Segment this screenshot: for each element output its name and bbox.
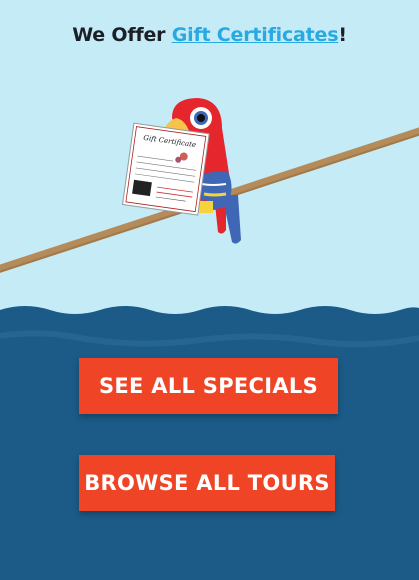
- browse-all-tours-label: BROWSE ALL TOURS: [84, 471, 330, 495]
- gift-certificate-card: Gift Certificate: [121, 122, 210, 216]
- see-all-specials-label: SEE ALL SPECIALS: [98, 374, 319, 398]
- browse-all-tours-button[interactable]: BROWSE ALL TOURS: [79, 455, 335, 511]
- parrot-illustration: Gift Certificate: [0, 98, 419, 273]
- sea-background: [0, 306, 419, 580]
- see-all-specials-button[interactable]: SEE ALL SPECIALS: [79, 358, 338, 414]
- page: We Offer Gift Certificates! Gift Certifi…: [0, 0, 419, 580]
